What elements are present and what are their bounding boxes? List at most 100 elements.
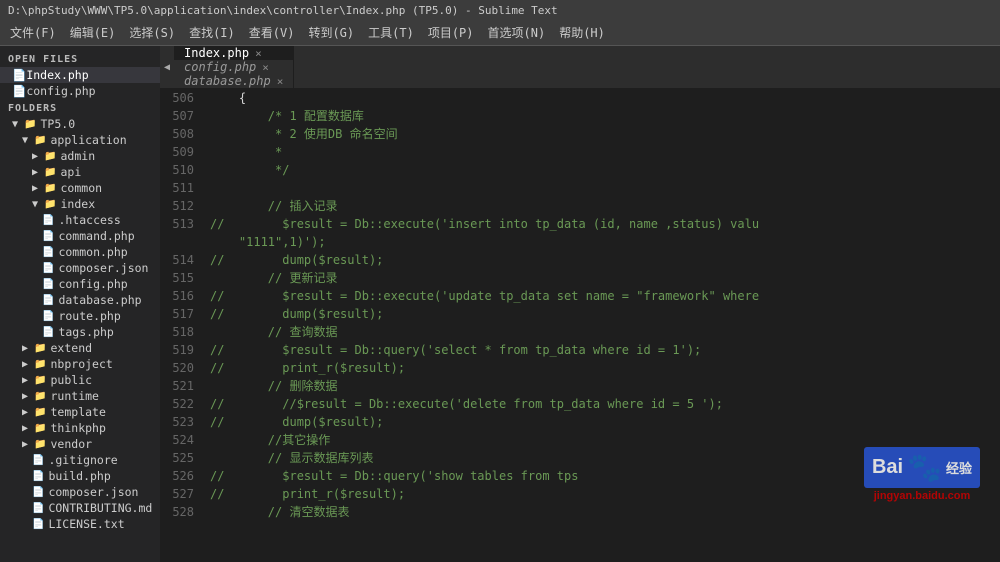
sidebar-item-composerjson[interactable]: 📄composer.json	[0, 484, 160, 500]
sidebar-item-vendor[interactable]: ▶ 📁 vendor	[0, 436, 160, 452]
sidebar-item-commandphp[interactable]: 📄command.php	[0, 228, 160, 244]
line-number-512: 512	[164, 197, 194, 215]
tree-icon: 📄	[32, 519, 44, 530]
title-bar: D:\phpStudy\WWW\TP5.0\application\index\…	[0, 0, 1000, 20]
code-line-13: // 查询数据	[210, 323, 1000, 341]
line-number-516: 516	[164, 287, 194, 305]
menu-item-P[interactable]: 项目(P)	[422, 22, 480, 43]
tree-icon: ▶ 📁	[22, 375, 47, 386]
file-icon: 📄	[12, 68, 26, 82]
menu-item-V[interactable]: 查看(V)	[243, 22, 301, 43]
code-line-16: // 删除数据	[210, 377, 1000, 395]
line-number-513: 513	[164, 215, 194, 233]
tree-icon: 📄	[42, 327, 54, 338]
line-number-515: 515	[164, 269, 194, 287]
tree-label: index	[61, 197, 96, 211]
tree-icon: 📄	[42, 311, 54, 322]
code-line-15: // print_r($result);	[210, 359, 1000, 377]
menu-item-N[interactable]: 首选项(N)	[482, 22, 552, 43]
tree-label: template	[51, 405, 106, 419]
sidebar-item-index[interactable]: ▼ 📁 index	[0, 196, 160, 212]
tab-close[interactable]: ×	[277, 75, 284, 88]
line-number-524: 524	[164, 431, 194, 449]
tree-label: admin	[61, 149, 96, 163]
sidebar-open-file-config[interactable]: 📄 config.php	[0, 83, 160, 99]
tab-close[interactable]: ×	[262, 61, 269, 74]
tree-icon: 📄	[32, 471, 44, 482]
tree-icon: ▶ 📁	[32, 167, 57, 178]
tab-databasephp[interactable]: database.php×	[174, 74, 294, 88]
tab-configphp[interactable]: config.php ×	[174, 60, 294, 74]
sidebar-item-extend[interactable]: ▶ 📁extend	[0, 340, 160, 356]
sidebar-item-runtime[interactable]: ▶ 📁runtime	[0, 388, 160, 404]
tree-icon: 📄	[42, 295, 54, 306]
tab-bar: ◀ Index.php×config.php×database.php×	[160, 46, 1000, 89]
menu-item-E[interactable]: 编辑(E)	[64, 22, 122, 43]
sidebar-item-buildphp[interactable]: 📄build.php	[0, 468, 160, 484]
tree-icon: ▶ 📁	[32, 183, 57, 194]
line-number-520: 520	[164, 359, 194, 377]
tree-icon: 📄	[42, 263, 54, 274]
line-number-526: 526	[164, 467, 194, 485]
menu-item-H[interactable]: 帮助(H)	[553, 22, 611, 43]
tree-label: common	[61, 181, 103, 195]
sidebar-item-composerjson[interactable]: 📄composer.json	[0, 260, 160, 276]
tree-icon: 📄	[32, 503, 44, 514]
sidebar-item-nbproject[interactable]: ▶ 📁nbproject	[0, 356, 160, 372]
line-number-518: 518	[164, 323, 194, 341]
sidebar-open-file-index[interactable]: 📄 Index.php	[0, 67, 160, 83]
sidebar-item-routephp[interactable]: 📄 route.php	[0, 308, 160, 324]
tree-icon: ▶ 📁	[22, 439, 47, 450]
sidebar-item-common[interactable]: ▶ 📁 common	[0, 180, 160, 196]
sidebar-item-CONTRIBUTINGmd[interactable]: 📄CONTRIBUTING.md	[0, 500, 160, 516]
menu-item-I[interactable]: 查找(I)	[183, 22, 241, 43]
tab-Indexphp[interactable]: Index.php×	[174, 46, 294, 60]
tree-label: .htaccess	[58, 213, 120, 227]
sidebar-item-gitignore[interactable]: 📄.gitignore	[0, 452, 160, 468]
sidebar-item-api[interactable]: ▶ 📁 api	[0, 164, 160, 180]
tree-label: thinkphp	[51, 421, 106, 435]
line-number-510: 510	[164, 161, 194, 179]
code-line-14: // $result = Db::query('select * from tp…	[210, 341, 1000, 359]
line-number-517: 517	[164, 305, 194, 323]
tab-label: config.php	[184, 60, 256, 74]
line-number-527: 527	[164, 485, 194, 503]
main-area: OPEN FILES 📄 Index.php 📄 config.php FOLD…	[0, 46, 1000, 562]
sidebar-item-databasephp[interactable]: 📄database.php	[0, 292, 160, 308]
sidebar-item-configphp[interactable]: 📄config.php	[0, 276, 160, 292]
sidebar-item-TP50[interactable]: ▼ 📁TP5.0	[0, 116, 160, 132]
code-line-17: // //$result = Db::execute('delete from …	[210, 395, 1000, 413]
tree-label: vendor	[51, 437, 93, 451]
tabs-list: Index.php×config.php×database.php×	[174, 46, 294, 88]
line-number-521: 521	[164, 377, 194, 395]
sidebar-item-commonphp[interactable]: 📄common.php	[0, 244, 160, 260]
line-number-523: 523	[164, 413, 194, 431]
tree-label: nbproject	[51, 357, 113, 371]
code-line-8: "1111",1)');	[210, 233, 1000, 251]
tab-close[interactable]: ×	[255, 47, 262, 60]
folders-label: FOLDERS	[0, 99, 160, 116]
code-line-11: // $result = Db::execute('update tp_data…	[210, 287, 1000, 305]
tree-label: route.php	[58, 309, 120, 323]
sidebar-item-tagsphp[interactable]: 📄tags.php	[0, 324, 160, 340]
sidebar-item-application[interactable]: ▼ 📁application	[0, 132, 160, 148]
open-files-label: OPEN FILES	[0, 50, 160, 67]
tree-label: .gitignore	[48, 453, 117, 467]
menu-item-T[interactable]: 工具(T)	[362, 22, 420, 43]
sidebar-item-template[interactable]: ▶ 📁template	[0, 404, 160, 420]
menu-item-F[interactable]: 文件(F)	[4, 22, 62, 43]
line-number-514: 514	[164, 251, 194, 269]
tab-prev[interactable]: ◀	[160, 46, 174, 88]
tree-label: api	[61, 165, 82, 179]
sidebar-item-LICENSEtxt[interactable]: 📄LICENSE.txt	[0, 516, 160, 532]
tree-icon: ▼ 📁	[32, 199, 57, 210]
line-number-525: 525	[164, 449, 194, 467]
sidebar-item-htaccess[interactable]: 📄.htaccess	[0, 212, 160, 228]
sidebar-item-public[interactable]: ▶ 📁public	[0, 372, 160, 388]
menu-item-G[interactable]: 转到(G)	[302, 22, 360, 43]
menu-item-S[interactable]: 选择(S)	[123, 22, 181, 43]
line-number-509: 509	[164, 143, 194, 161]
sidebar-item-admin[interactable]: ▶ 📁admin	[0, 148, 160, 164]
menu-bar: 文件(F)编辑(E)选择(S)查找(I)查看(V)转到(G)工具(T)项目(P)…	[0, 20, 1000, 46]
sidebar-item-thinkphp[interactable]: ▶ 📁thinkphp	[0, 420, 160, 436]
